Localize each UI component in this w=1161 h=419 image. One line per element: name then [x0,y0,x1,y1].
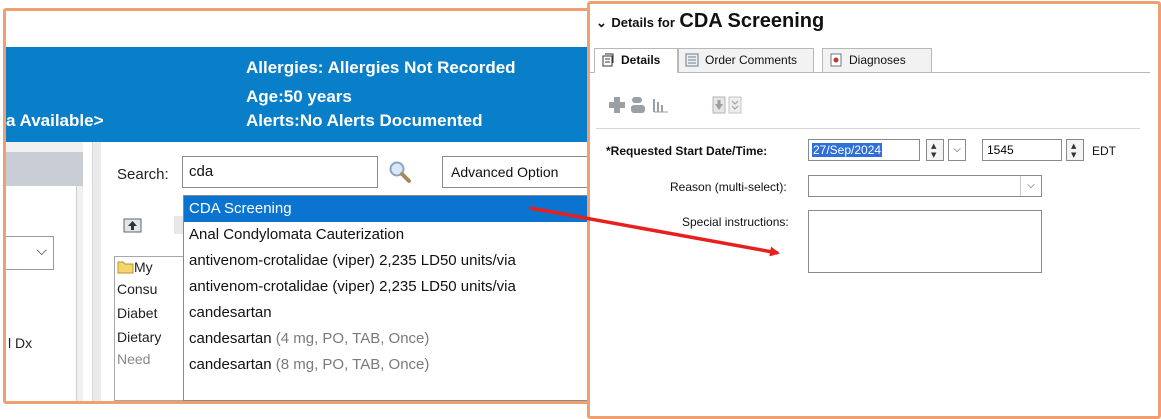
search-label: Search: [117,166,169,183]
patient-age: Age:50 years [246,87,352,106]
start-time-field[interactable]: 1545 [982,139,1062,161]
diagnoses-icon [830,53,842,67]
item-name: CDA Screening [189,200,292,217]
search-icon[interactable] [386,158,414,186]
collapse-double-chevron-icon[interactable] [728,96,742,114]
dx-label: l Dx [8,335,33,351]
details-title: ⌄ Details for CDA Screening [596,10,824,33]
autocomplete-item[interactable]: antivenom-crotalidae (viper) 2,235 LD50 … [184,274,587,300]
item-name: candesartan [189,330,272,347]
details-title-prefix: Details for [611,15,675,30]
details-title-name: CDA Screening [679,10,825,32]
start-date-label: *Requested Start Date/Time: [606,144,768,158]
special-instructions-field[interactable] [808,210,1042,273]
tab-label: Diagnoses [849,53,906,67]
tab-order-comments[interactable]: Order Comments [678,48,814,72]
autocomplete-item[interactable]: candesartan [184,300,587,326]
timezone-label: EDT [1092,144,1116,158]
item-name: candesartan [189,356,272,373]
left-navigation-column: ⌵ l Dx [6,142,83,401]
item-name: antivenom-crotalidae (viper) 2,235 LD50 … [189,278,516,295]
autocomplete-item[interactable]: candesartan (4 mg, PO, TAB, Once) [184,326,587,352]
autocomplete-item[interactable]: antivenom-crotalidae (viper) 2,235 LD50 … [184,248,587,274]
reason-select[interactable]: ⌵ [808,175,1042,197]
reason-label: Reason (multi-select): [670,180,787,194]
chevron-down-icon: ⌵ [953,144,961,155]
autocomplete-list: CDA Screening Anal Condylomata Cauteriza… [183,195,587,401]
move-down-icon[interactable] [712,96,726,114]
list-item[interactable]: My [117,259,153,275]
start-date-value: 27/Sep/2024 [812,143,883,157]
tab-details[interactable]: Details [594,48,678,73]
divider [596,128,1140,129]
tab-diagnoses[interactable]: Diagnoses [822,48,932,72]
details-tabs: Details Order Comments Diagnoses [590,48,1150,73]
navigation-pane [6,186,77,401]
alerts-status: Alerts:No Alerts Documented [246,111,483,130]
item-name: candesartan [189,304,272,321]
time-stepper[interactable]: ▲ ▼ [1066,139,1084,161]
medication-icon[interactable] [630,96,646,114]
date-stepper[interactable]: ▲ ▼ [926,139,944,161]
down-arrow-icon: ▼ [1071,151,1077,159]
list-item[interactable]: Need [117,351,150,367]
item-name: Anal Condylomata Cauterization [189,226,405,243]
details-toolbar [608,96,788,116]
advanced-options-button[interactable]: Advanced Option [442,156,587,188]
chevron-down-icon: ⌵ [36,243,47,259]
item-detail: (8 mg, PO, TAB, Once) [271,356,430,373]
column-header [6,152,83,186]
list-item[interactable]: Dietary [117,329,161,345]
autocomplete-item[interactable]: Anal Condylomata Cauterization [184,222,587,248]
date-picker-dropdown[interactable]: ⌵ [948,139,966,161]
comments-icon [685,53,699,67]
search-input[interactable]: cda [182,156,378,188]
folder-list: My Consu Diabet Dietary Need [114,256,184,401]
up-arrow-icon: ▲ [1071,142,1077,150]
item-name: antivenom-crotalidae (viper) 2,235 LD50 … [189,252,516,269]
chevron-down-icon[interactable]: ⌵ [1020,176,1041,196]
autocomplete-item-selected[interactable]: CDA Screening [184,196,587,222]
patient-banner: Allergies: Allergies Not Recorded Age:50… [6,47,587,142]
search-panel: Allergies: Allergies Not Recorded Age:50… [3,8,590,404]
folder-icon [117,261,134,274]
details-icon [602,53,614,67]
tab-label: Details [621,53,661,67]
list-item[interactable]: Diabet [117,305,157,321]
folder-up-icon[interactable] [123,216,143,234]
order-search-area: ⌵ l Dx Search: cda Advanced Option My Co… [6,142,587,401]
allergies-status: Allergies: Allergies Not Recorded [246,58,516,77]
order-details-panel: ⌄ Details for CDA Screening Details Orde… [587,1,1161,419]
add-icon[interactable] [608,96,626,114]
availability-text: a Available> [6,111,104,130]
tab-label: Order Comments [705,53,798,67]
results-chart-icon[interactable] [652,96,670,114]
item-detail: (4 mg, PO, TAB, Once) [271,330,430,347]
up-arrow-icon: ▲ [931,142,937,150]
collapse-icon[interactable]: ⌄ [596,15,607,30]
folder-label: My [134,259,153,275]
autocomplete-item[interactable]: candesartan (8 mg, PO, TAB, Once) [184,352,587,378]
down-arrow-icon: ▼ [931,151,937,159]
instructions-label: Special instructions: [682,215,789,229]
start-date-field[interactable]: 27/Sep/2024 [808,139,920,161]
splitter[interactable] [92,142,101,401]
list-item[interactable]: Consu [117,281,157,297]
category-dropdown[interactable]: ⌵ [6,236,54,270]
